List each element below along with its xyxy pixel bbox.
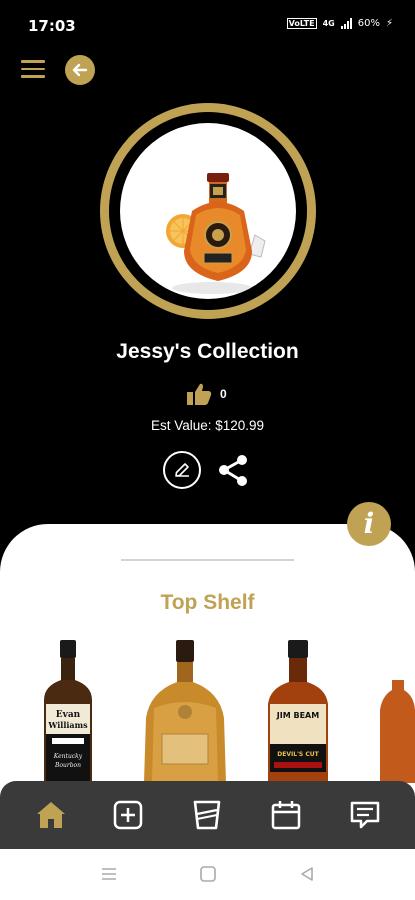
signal-icon	[340, 18, 352, 29]
likes-count: 0	[220, 387, 227, 401]
info-button[interactable]: i	[347, 502, 391, 546]
home-button-icon[interactable]	[199, 865, 217, 883]
share-button[interactable]	[215, 452, 251, 488]
add-square-icon[interactable]	[110, 797, 146, 833]
thumbs-up-icon[interactable]	[186, 382, 212, 406]
battery-text: 60%	[357, 18, 380, 29]
charging-icon: ⚡	[385, 18, 393, 29]
glass-icon[interactable]	[189, 797, 225, 833]
hamburger-menu-icon[interactable]	[21, 60, 45, 78]
share-icon	[219, 455, 247, 486]
back-triangle-icon[interactable]	[298, 865, 316, 883]
edit-button[interactable]	[163, 451, 201, 489]
svg-text:DEVIL'S CUT: DEVIL'S CUT	[277, 751, 319, 758]
cognac-bottle-image	[166, 173, 266, 294]
network-indicator: 4G	[322, 19, 335, 28]
bottom-navigation	[0, 781, 415, 849]
arrow-left-icon	[72, 63, 88, 77]
calendar-icon[interactable]	[268, 797, 304, 833]
bottle-jim-beam-devils-cut[interactable]: JIM BEAM DEVIL'S CUT	[264, 638, 332, 783]
recents-icon[interactable]	[100, 865, 118, 883]
estimated-value: Est Value: $120.99	[150, 418, 265, 433]
likes-row: 0	[186, 382, 227, 406]
chat-icon[interactable]	[347, 797, 383, 833]
shelf-title: Top Shelf	[160, 591, 255, 614]
system-navigation-bar	[0, 849, 415, 900]
volte-indicator: VoLTE	[286, 18, 317, 29]
back-button[interactable]	[65, 55, 95, 85]
svg-text:Bourbon: Bourbon	[54, 762, 81, 769]
svg-text:JIM BEAM: JIM BEAM	[276, 711, 319, 720]
svg-text:Williams: Williams	[47, 720, 88, 730]
svg-text:Evan: Evan	[56, 710, 81, 720]
status-bar: 17:03 VoLTE 4G 60% ⚡	[0, 0, 415, 52]
bottle-evan-williams[interactable]: Evan Williams Kentucky Bourbon	[38, 638, 98, 783]
status-icons: VoLTE 4G 60% ⚡	[286, 18, 393, 29]
bottle-partial[interactable]	[378, 680, 415, 783]
collection-title: Jessy's Collection	[116, 340, 299, 363]
svg-text:Kentucky: Kentucky	[53, 753, 83, 760]
screen: 17:03 VoLTE 4G 60% ⚡ Jessy's Collection …	[0, 0, 415, 900]
pencil-icon	[175, 463, 189, 477]
collection-avatar	[100, 103, 316, 319]
home-icon[interactable]	[33, 797, 69, 833]
sheet-handle	[121, 559, 294, 561]
status-time: 17:03	[28, 17, 76, 35]
bottle-woodford-reserve[interactable]	[140, 638, 230, 783]
